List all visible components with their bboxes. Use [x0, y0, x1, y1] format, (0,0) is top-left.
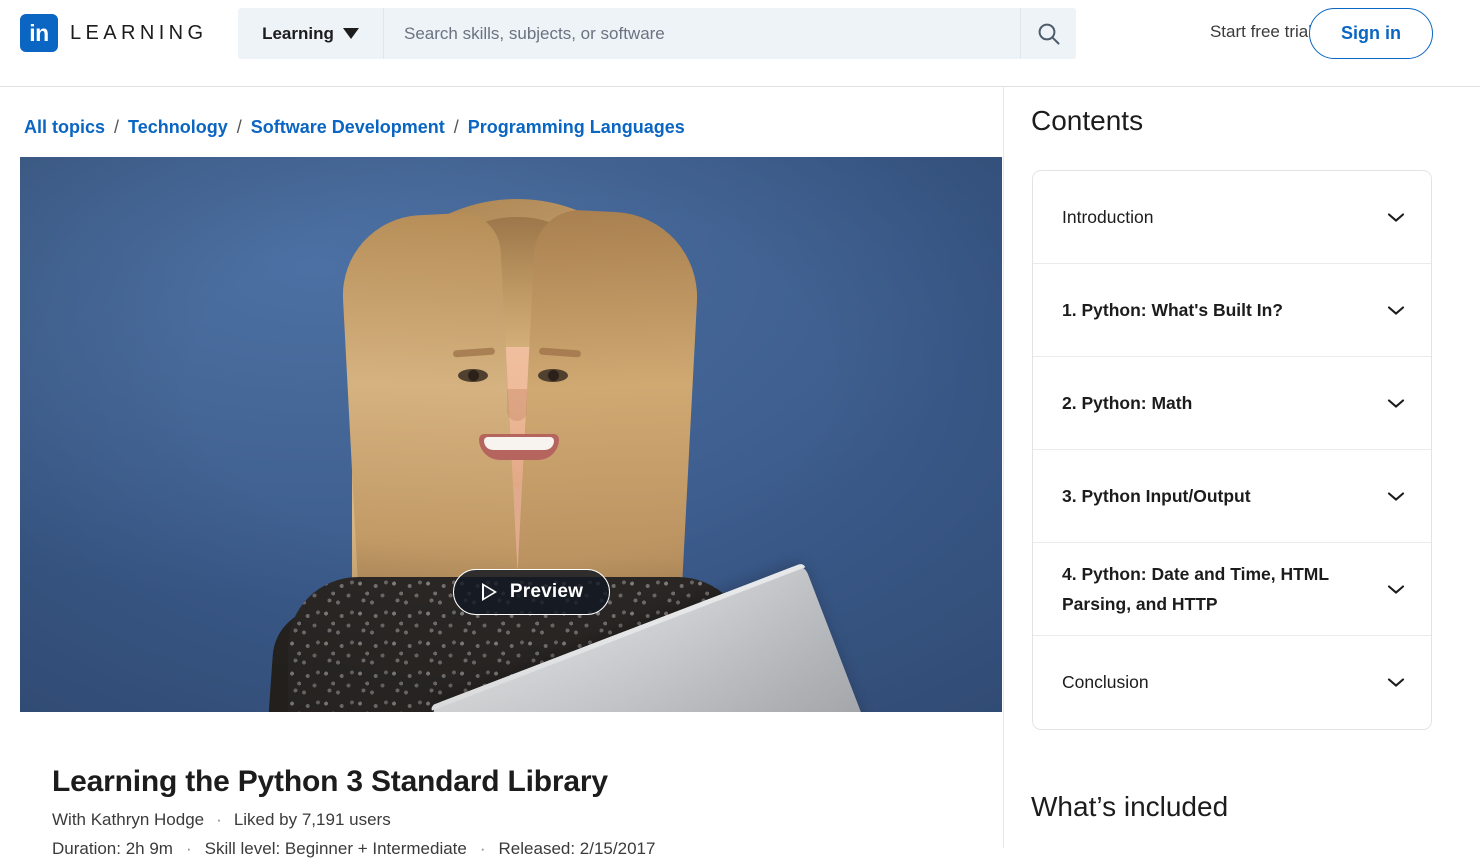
toc-item-4-python-date-time-html-http[interactable]: 4. Python: Date and Time, HTML Parsing, … — [1033, 543, 1431, 636]
toc-item-label: 4. Python: Date and Time, HTML Parsing, … — [1062, 563, 1329, 614]
course-author: With Kathryn Hodge — [52, 810, 205, 829]
caret-down-icon — [342, 28, 359, 39]
meta-separator: · — [479, 839, 486, 858]
linkedin-learning-brand[interactable]: in LEARNING — [20, 14, 207, 52]
search-bar: Learning — [238, 8, 1076, 59]
breadcrumb-item-software-development[interactable]: Software Development — [251, 117, 445, 138]
meta-separator: · — [185, 839, 192, 858]
play-icon — [480, 582, 499, 602]
course-likes: Liked by 7,191 users — [233, 810, 391, 829]
linkedin-logo-text: in — [29, 20, 49, 46]
global-header: in LEARNING Learning Start free trial Si… — [0, 0, 1480, 87]
table-of-contents: Introduction 1. Python: What's Built In?… — [1032, 170, 1432, 730]
toc-item-2-python-math[interactable]: 2. Python: Math — [1033, 357, 1431, 450]
contents-heading: Contents — [1031, 105, 1144, 136]
breadcrumb-item-all-topics[interactable]: All topics — [24, 117, 105, 138]
breadcrumb-item-technology[interactable]: Technology — [128, 117, 228, 138]
sidebar-column: Contents Introduction 1. Python: What's … — [1004, 87, 1480, 848]
toc-item-3-python-input-output[interactable]: 3. Python Input/Output — [1033, 450, 1431, 543]
byline-separator: · — [216, 810, 222, 829]
course-released: Released: 2/15/2017 — [498, 839, 656, 858]
chevron-down-icon — [1387, 212, 1405, 222]
course-duration: Duration: 2h 9m — [52, 839, 173, 858]
toc-item-label: Introduction — [1062, 206, 1154, 227]
search-icon — [1038, 23, 1059, 44]
toc-item-label: 3. Python Input/Output — [1062, 485, 1251, 506]
breadcrumb-separator: / — [114, 117, 120, 137]
toc-item-1-python-whats-built-in[interactable]: 1. Python: What's Built In? — [1033, 264, 1431, 357]
breadcrumb-item-programming-languages[interactable]: Programming Languages — [468, 117, 685, 138]
start-free-trial-button[interactable]: Start free trial — [1210, 22, 1312, 42]
search-submit-button[interactable] — [1020, 8, 1076, 59]
breadcrumb-separator: / — [236, 117, 242, 137]
main-column: All topics / Technology / Software Devel… — [0, 87, 1004, 858]
chevron-down-icon — [1387, 398, 1405, 408]
chevron-down-icon — [1387, 584, 1405, 594]
search-input[interactable] — [384, 8, 1020, 59]
chevron-down-icon — [1387, 491, 1405, 501]
sign-in-button[interactable]: Sign in — [1309, 8, 1433, 59]
course-skill-level: Skill level: Beginner + Intermediate — [204, 839, 467, 858]
brand-wordmark: LEARNING — [70, 21, 208, 44]
toc-item-label: Conclusion — [1062, 672, 1149, 693]
course-byline: With Kathryn Hodge · Liked by 7,191 user… — [52, 810, 391, 830]
toc-item-conclusion[interactable]: Conclusion — [1033, 636, 1431, 729]
preview-button-label: Preview — [509, 581, 584, 602]
linkedin-logo-icon: in — [20, 14, 58, 52]
course-video-thumbnail[interactable]: Preview — [20, 157, 1002, 712]
chevron-down-icon — [1387, 305, 1405, 315]
breadcrumb-separator: / — [453, 117, 459, 137]
chevron-down-icon — [1387, 678, 1405, 687]
toc-item-label: 1. Python: What's Built In? — [1062, 299, 1283, 320]
whats-included-heading: What’s included — [1031, 791, 1229, 822]
course-meta: Duration: 2h 9m · Skill level: Beginner … — [52, 839, 655, 859]
page-content: All topics / Technology / Software Devel… — [0, 87, 1480, 858]
breadcrumb: All topics / Technology / Software Devel… — [24, 117, 685, 138]
toc-item-introduction[interactable]: Introduction — [1033, 171, 1431, 264]
search-input-wrapper — [384, 8, 1020, 59]
search-scope-label: Learning — [262, 23, 334, 43]
search-scope-dropdown[interactable]: Learning — [238, 8, 384, 59]
video-vignette — [20, 157, 1002, 712]
course-title: Learning the Python 3 Standard Library — [52, 765, 608, 798]
toc-item-label: 2. Python: Math — [1062, 392, 1193, 413]
preview-button[interactable]: Preview — [453, 569, 610, 615]
